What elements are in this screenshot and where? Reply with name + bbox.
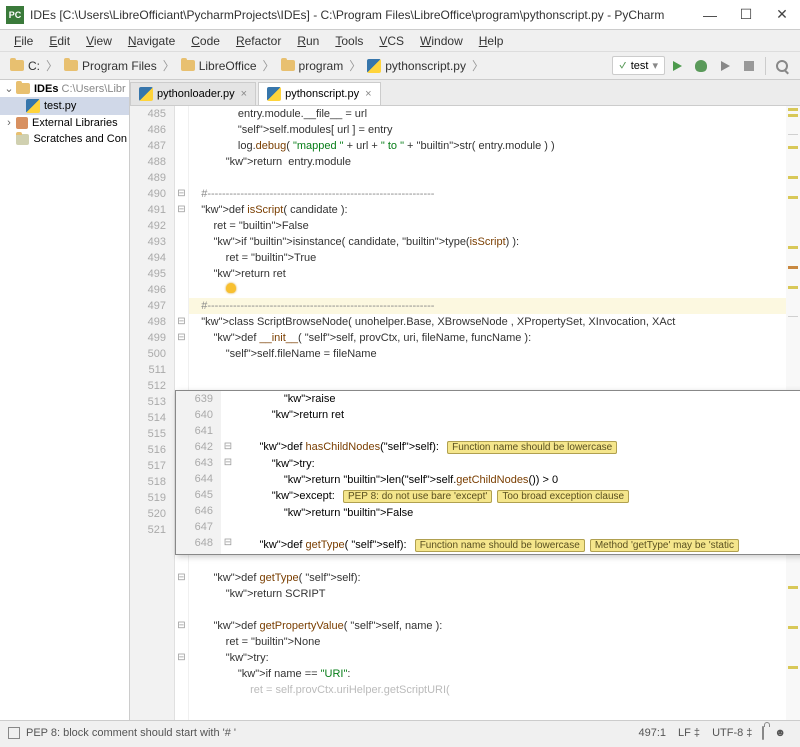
- project-tree[interactable]: ⌄ IDEs C:\Users\Libr test.py › External …: [0, 80, 130, 720]
- menu-view[interactable]: View: [78, 32, 120, 50]
- menu-help[interactable]: Help: [471, 32, 512, 50]
- menu-run[interactable]: Run: [289, 32, 327, 50]
- intention-bulb-icon[interactable]: [226, 283, 236, 293]
- line-ending[interactable]: LF ‡: [672, 727, 706, 739]
- nav-toolbar: C:〉Program Files〉LibreOffice〉program〉pyt…: [0, 52, 800, 80]
- inspection-hint[interactable]: Too broad exception clause: [497, 490, 629, 503]
- crumb-0[interactable]: C:: [6, 59, 44, 73]
- line-gutter[interactable]: 4854864874884894904914924934944954964974…: [130, 106, 175, 720]
- debug-button[interactable]: [692, 57, 710, 75]
- menu-tools[interactable]: Tools: [327, 32, 371, 50]
- inspection-hint[interactable]: Function name should be lowercase: [447, 441, 617, 454]
- tree-file-test[interactable]: test.py: [0, 97, 129, 115]
- crumb-3[interactable]: program: [277, 59, 348, 73]
- tree-scratches[interactable]: Scratches and Con: [0, 131, 129, 147]
- tree-root[interactable]: ⌄ IDEs C:\Users\Libr: [0, 80, 129, 97]
- tab-close-icon[interactable]: ×: [365, 88, 371, 100]
- editor-tabbar: pythonloader.py×pythonscript.py×: [130, 80, 800, 106]
- menu-window[interactable]: Window: [412, 32, 471, 50]
- window-title: IDEs [C:\Users\LibreOfficiant\PycharmPro…: [30, 8, 690, 22]
- encoding[interactable]: UTF-8 ‡: [706, 727, 758, 739]
- menu-code[interactable]: Code: [183, 32, 228, 50]
- code-lens-popup: 639640641642643644645646647648 ⊟⊟ ⊟ "kw"…: [175, 390, 800, 555]
- crumb-2[interactable]: LibreOffice: [177, 59, 261, 73]
- run-with-coverage-button[interactable]: [716, 57, 734, 75]
- crumb-4[interactable]: pythonscript.py: [363, 59, 470, 73]
- inspector-icon[interactable]: ☻: [768, 727, 792, 739]
- menu-navigate[interactable]: Navigate: [120, 32, 183, 50]
- tree-external-libs[interactable]: › External Libraries: [0, 115, 129, 131]
- menu-vcs[interactable]: VCS: [371, 32, 412, 50]
- tab-pythonscript.py[interactable]: pythonscript.py×: [258, 82, 380, 105]
- close-button[interactable]: ✕: [770, 5, 794, 25]
- inspection-hint[interactable]: Method 'getType' may be 'static: [590, 539, 739, 552]
- statusbar: PEP 8: block comment should start with '…: [0, 720, 800, 744]
- tab-close-icon[interactable]: ×: [241, 88, 247, 100]
- menu-file[interactable]: File: [6, 32, 41, 50]
- breadcrumb[interactable]: C:〉Program Files〉LibreOffice〉program〉pyt…: [6, 57, 486, 74]
- run-button[interactable]: [668, 57, 686, 75]
- menubar: FileEditViewNavigateCodeRefactorRunTools…: [0, 30, 800, 52]
- inspection-hint[interactable]: PEP 8: do not use bare 'except': [343, 490, 492, 503]
- status-message: PEP 8: block comment should start with '…: [26, 727, 236, 739]
- stop-button[interactable]: [740, 57, 758, 75]
- crumb-1[interactable]: Program Files: [60, 59, 161, 73]
- menu-refactor[interactable]: Refactor: [228, 32, 289, 50]
- event-log-icon[interactable]: [8, 727, 20, 739]
- inspection-hint[interactable]: Function name should be lowercase: [415, 539, 585, 552]
- menu-edit[interactable]: Edit: [41, 32, 78, 50]
- minimize-button[interactable]: —: [698, 5, 722, 25]
- cursor-position[interactable]: 497:1: [633, 727, 673, 739]
- maximize-button[interactable]: ☐: [734, 5, 758, 25]
- run-config-combo[interactable]: test ▾: [612, 56, 665, 75]
- readonly-lock-icon[interactable]: [758, 727, 768, 739]
- tab-pythonloader.py[interactable]: pythonloader.py×: [130, 82, 256, 105]
- app-icon: PC: [6, 6, 24, 24]
- search-everywhere-button[interactable]: [773, 57, 791, 75]
